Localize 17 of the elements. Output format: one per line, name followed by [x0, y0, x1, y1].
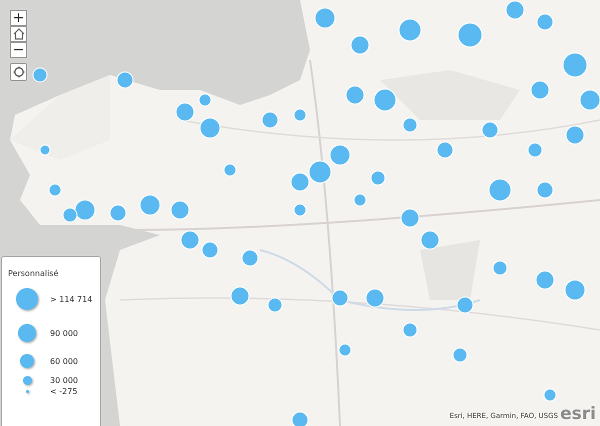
- zoom-in-button[interactable]: +: [10, 10, 27, 26]
- bubble-icon: [20, 354, 34, 368]
- locate-button[interactable]: [10, 63, 27, 81]
- legend-label: 90 000: [50, 328, 78, 338]
- bubble-icon: [26, 390, 28, 393]
- bubble-icon: [18, 324, 36, 342]
- zoom-out-button[interactable]: −: [10, 42, 27, 58]
- legend-label: 60 000: [50, 356, 78, 366]
- home-button[interactable]: [10, 26, 27, 42]
- legend-label: > 114 714: [50, 294, 92, 304]
- legend-label: 30 000: [50, 376, 78, 385]
- locate-icon: [12, 66, 24, 78]
- legend-title: Personnalisé: [8, 269, 60, 278]
- house-icon: [12, 28, 24, 40]
- esri-logo: esri: [560, 404, 596, 424]
- bubble-icon: [16, 288, 38, 310]
- legend-label: < -275: [50, 387, 78, 396]
